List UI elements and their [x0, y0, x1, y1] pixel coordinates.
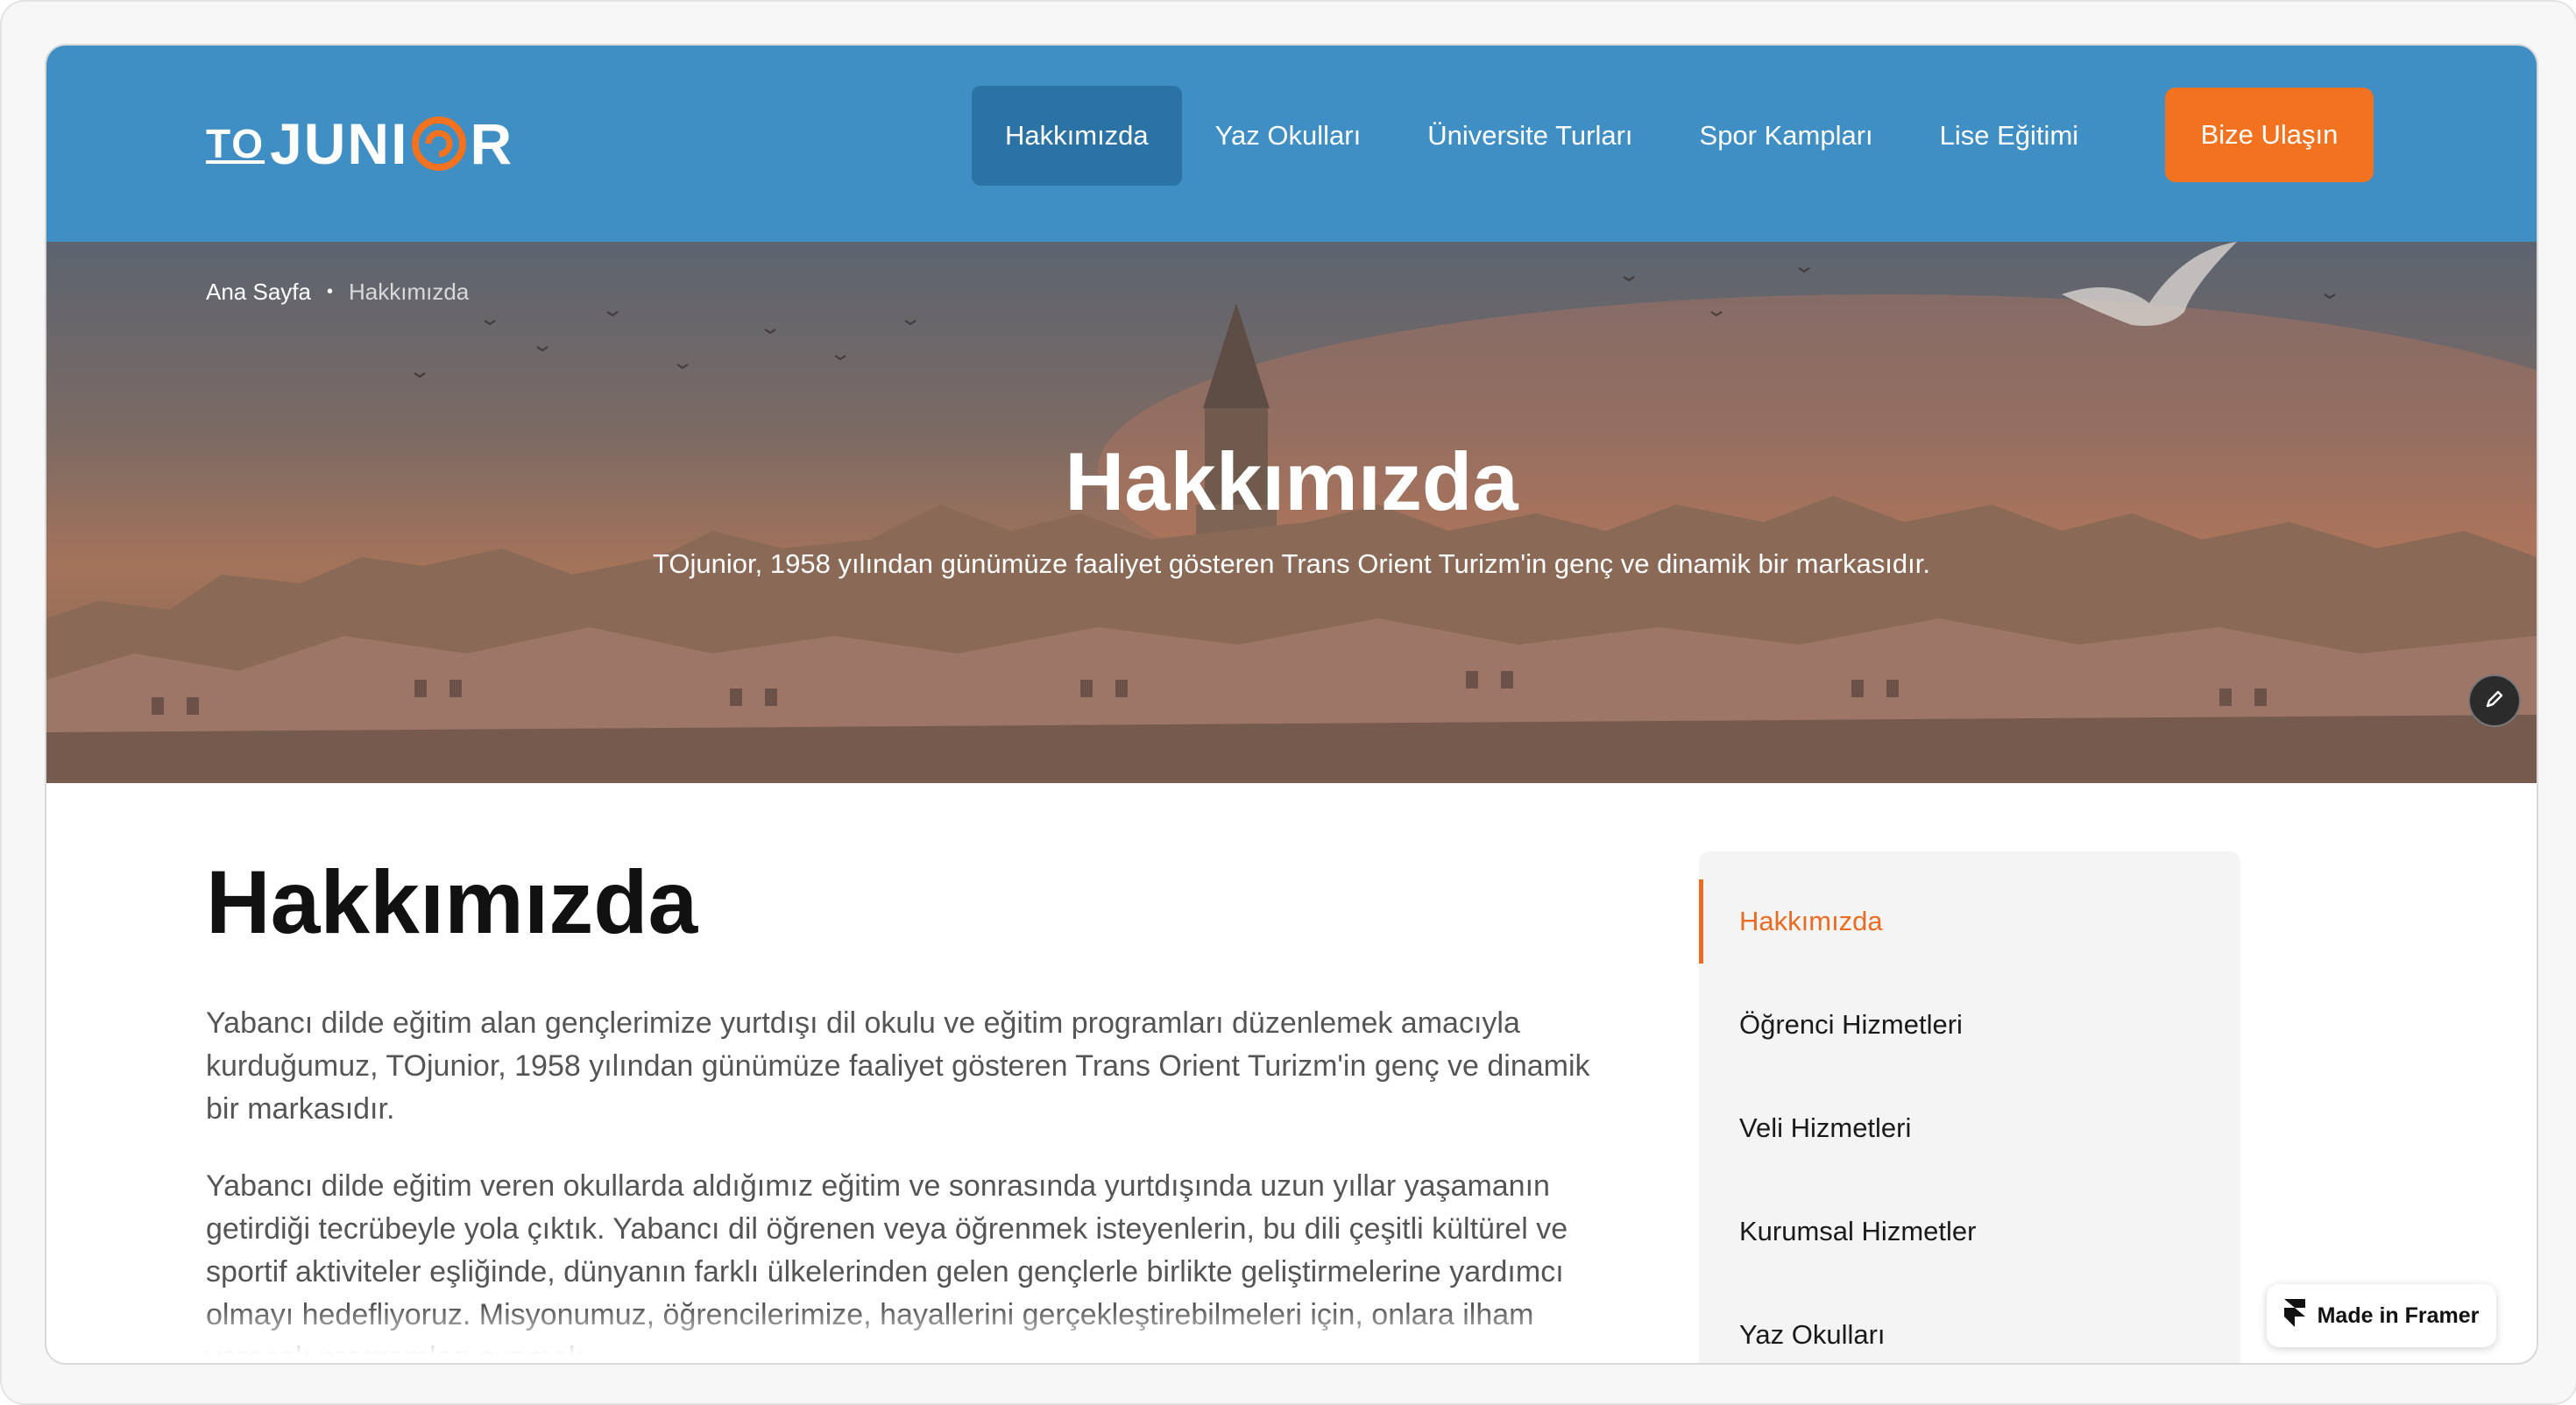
hero-banner: Ana Sayfa • Hakkımızda Hakkımızda TOjuni… — [46, 242, 2537, 783]
contact-button[interactable]: Bize Ulaşın — [2165, 88, 2374, 182]
site-header: TO JUNI R Hakkımızda Yaz Okulları Üniver… — [46, 46, 2537, 242]
framer-icon — [2283, 1298, 2305, 1333]
badge-label: Made in Framer — [2317, 1303, 2480, 1328]
hero-subtitle: TOjunior, 1958 yılından günümüze faaliye… — [653, 548, 1930, 579]
breadcrumb-separator: • — [326, 282, 333, 301]
made-in-framer-badge[interactable]: Made in Framer — [2267, 1284, 2496, 1347]
breadcrumb-home[interactable]: Ana Sayfa — [206, 279, 311, 306]
logo-to: TO — [206, 121, 265, 166]
sidebar-item-hakkimizda[interactable]: Hakkımızda — [1699, 879, 2240, 964]
nav-item-spor-kamplari[interactable]: Spor Kampları — [1667, 86, 1907, 186]
page-window: TO JUNI R Hakkımızda Yaz Okulları Üniver… — [45, 44, 2538, 1365]
nav-item-yaz-okullari[interactable]: Yaz Okulları — [1182, 86, 1395, 186]
page-title: Hakkımızda — [206, 852, 698, 952]
sidebar-item-ogrenci-hizmetleri[interactable]: Öğrenci Hizmetleri — [1699, 983, 2240, 1067]
main-nav: Hakkımızda Yaz Okulları Üniversite Turla… — [972, 86, 2112, 186]
browser-frame: TO JUNI R Hakkımızda Yaz Okulları Üniver… — [0, 0, 2576, 1405]
edit-button[interactable] — [2468, 674, 2521, 727]
logo-end: R — [470, 111, 514, 176]
nav-item-hakkimizda[interactable]: Hakkımızda — [972, 86, 1182, 186]
sidebar-item-veli-hizmetleri[interactable]: Veli Hizmetleri — [1699, 1086, 2240, 1170]
site-logo[interactable]: TO JUNI R — [206, 100, 513, 187]
swirl-icon — [412, 116, 467, 171]
sidebar-item-kurumsal-hizmetler[interactable]: Kurumsal Hizmetler — [1699, 1190, 2240, 1274]
nav-item-universite-turlari[interactable]: Üniversite Turları — [1394, 86, 1666, 186]
pencil-icon — [2483, 688, 2506, 715]
sidebar-item-yaz-okullari[interactable]: Yaz Okulları — [1699, 1293, 2240, 1363]
sidebar-menu: Hakkımızda Öğrenci Hizmetleri Veli Hizme… — [1699, 851, 2240, 1363]
content-fade — [46, 1307, 1667, 1363]
logo-main: JUNI — [270, 111, 409, 176]
breadcrumb-current: Hakkımızda — [349, 279, 470, 305]
hero-title: Hakkımızda — [1065, 435, 1518, 527]
nav-item-lise-egitimi[interactable]: Lise Eğitimi — [1907, 86, 2112, 186]
intro-paragraph: Yabancı dilde eğitim alan gençlerimize y… — [206, 1006, 1590, 1126]
breadcrumb: Ana Sayfa • Hakkımızda — [206, 279, 469, 306]
